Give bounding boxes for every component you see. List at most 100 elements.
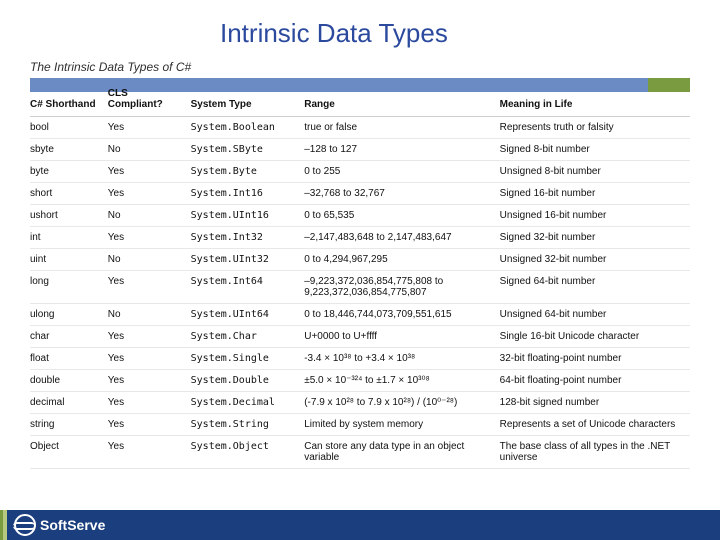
- cell-range: 0 to 18,446,744,073,709,551,615: [304, 304, 499, 326]
- cell-range: ±5.0 × 10⁻³²⁴ to ±1.7 × 10³⁰⁸: [304, 370, 499, 392]
- cell-system: System.Int64: [191, 271, 305, 304]
- cell-meaning: Unsigned 32-bit number: [500, 249, 690, 271]
- cell-system: System.Int32: [191, 227, 305, 249]
- cell-meaning: Unsigned 16-bit number: [500, 205, 690, 227]
- types-table: C# Shorthand CLS Compliant? System Type …: [30, 82, 690, 469]
- cell-system: System.UInt64: [191, 304, 305, 326]
- table-row: sbyteNoSystem.SByte–128 to 127Signed 8-b…: [30, 139, 690, 161]
- cell-cls: Yes: [108, 370, 191, 392]
- cell-shorthand: char: [30, 326, 108, 348]
- table-row: byteYesSystem.Byte0 to 255Unsigned 8-bit…: [30, 161, 690, 183]
- cell-cls: Yes: [108, 161, 191, 183]
- table-row: decimalYesSystem.Decimal(-7.9 x 10²⁸ to …: [30, 392, 690, 414]
- col-meaning: Meaning in Life: [500, 82, 690, 117]
- cell-shorthand: long: [30, 271, 108, 304]
- table-row: ulongNoSystem.UInt640 to 18,446,744,073,…: [30, 304, 690, 326]
- cell-range: (-7.9 x 10²⁸ to 7.9 x 10²⁸) / (10⁰⁻²⁸): [304, 392, 499, 414]
- cell-cls: Yes: [108, 414, 191, 436]
- table-row: ObjectYesSystem.ObjectCan store any data…: [30, 436, 690, 469]
- cell-cls: Yes: [108, 348, 191, 370]
- cell-meaning: Represents a set of Unicode characters: [500, 414, 690, 436]
- cell-shorthand: short: [30, 183, 108, 205]
- accent-stripe: [3, 510, 7, 540]
- cell-range: 0 to 4,294,967,295: [304, 249, 499, 271]
- col-shorthand: C# Shorthand: [30, 82, 108, 117]
- cell-meaning: Signed 64-bit number: [500, 271, 690, 304]
- table-row: charYesSystem.CharU+0000 to U+ffffSingle…: [30, 326, 690, 348]
- cell-range: –32,768 to 32,767: [304, 183, 499, 205]
- cell-cls: Yes: [108, 326, 191, 348]
- cell-shorthand: float: [30, 348, 108, 370]
- cell-range: -3.4 × 10³⁸ to +3.4 × 10³⁸: [304, 348, 499, 370]
- cell-meaning: Unsigned 8-bit number: [500, 161, 690, 183]
- col-range: Range: [304, 82, 499, 117]
- table-caption: The Intrinsic Data Types of C#: [30, 60, 191, 74]
- cell-system: System.Single: [191, 348, 305, 370]
- cell-system: System.UInt16: [191, 205, 305, 227]
- cell-meaning: 64-bit floating-point number: [500, 370, 690, 392]
- footer-bar: SoftServe: [0, 510, 720, 540]
- logo-icon: [14, 514, 36, 536]
- cell-meaning: Signed 16-bit number: [500, 183, 690, 205]
- table-row: intYesSystem.Int32–2,147,483,648 to 2,14…: [30, 227, 690, 249]
- table-row: ushortNoSystem.UInt160 to 65,535Unsigned…: [30, 205, 690, 227]
- brand-text: SoftServe: [40, 517, 105, 533]
- table-row: stringYesSystem.StringLimited by system …: [30, 414, 690, 436]
- cell-shorthand: byte: [30, 161, 108, 183]
- table-row: shortYesSystem.Int16–32,768 to 32,767Sig…: [30, 183, 690, 205]
- page-title: Intrinsic Data Types: [220, 18, 448, 49]
- table-row: doubleYesSystem.Double±5.0 × 10⁻³²⁴ to ±…: [30, 370, 690, 392]
- cell-system: System.String: [191, 414, 305, 436]
- cell-shorthand: Object: [30, 436, 108, 469]
- cell-shorthand: int: [30, 227, 108, 249]
- cell-system: System.Object: [191, 436, 305, 469]
- cell-range: –2,147,483,648 to 2,147,483,647: [304, 227, 499, 249]
- cell-range: –128 to 127: [304, 139, 499, 161]
- cell-cls: Yes: [108, 392, 191, 414]
- cell-system: System.Byte: [191, 161, 305, 183]
- cell-range: Limited by system memory: [304, 414, 499, 436]
- brand-logo: SoftServe: [14, 514, 105, 536]
- cell-system: System.Int16: [191, 183, 305, 205]
- cell-range: true or false: [304, 117, 499, 139]
- cell-range: –9,223,372,036,854,775,808 to 9,223,372,…: [304, 271, 499, 304]
- cell-meaning: 32-bit floating-point number: [500, 348, 690, 370]
- cell-cls: Yes: [108, 227, 191, 249]
- cell-meaning: Represents truth or falsity: [500, 117, 690, 139]
- cell-shorthand: bool: [30, 117, 108, 139]
- cell-system: System.Decimal: [191, 392, 305, 414]
- cell-cls: No: [108, 139, 191, 161]
- cell-shorthand: sbyte: [30, 139, 108, 161]
- cell-shorthand: uint: [30, 249, 108, 271]
- table-row: boolYesSystem.Booleantrue or falseRepres…: [30, 117, 690, 139]
- cell-shorthand: decimal: [30, 392, 108, 414]
- cell-range: 0 to 255: [304, 161, 499, 183]
- cell-system: System.Double: [191, 370, 305, 392]
- col-cls: CLS Compliant?: [108, 82, 191, 117]
- col-system: System Type: [191, 82, 305, 117]
- cell-meaning: Unsigned 64-bit number: [500, 304, 690, 326]
- table-row: floatYesSystem.Single-3.4 × 10³⁸ to +3.4…: [30, 348, 690, 370]
- cell-system: System.UInt32: [191, 249, 305, 271]
- cell-cls: No: [108, 205, 191, 227]
- cell-system: System.Boolean: [191, 117, 305, 139]
- cell-meaning: 128-bit signed number: [500, 392, 690, 414]
- cell-meaning: Signed 32-bit number: [500, 227, 690, 249]
- cell-range: Can store any data type in an object var…: [304, 436, 499, 469]
- cell-system: System.SByte: [191, 139, 305, 161]
- cell-shorthand: ulong: [30, 304, 108, 326]
- table-header-row: C# Shorthand CLS Compliant? System Type …: [30, 82, 690, 117]
- cell-cls: Yes: [108, 183, 191, 205]
- cell-cls: Yes: [108, 117, 191, 139]
- cell-shorthand: ushort: [30, 205, 108, 227]
- cell-system: System.Char: [191, 326, 305, 348]
- cell-shorthand: string: [30, 414, 108, 436]
- cell-meaning: Single 16-bit Unicode character: [500, 326, 690, 348]
- cell-shorthand: double: [30, 370, 108, 392]
- cell-range: U+0000 to U+ffff: [304, 326, 499, 348]
- cell-range: 0 to 65,535: [304, 205, 499, 227]
- cell-cls: No: [108, 304, 191, 326]
- cell-meaning: Signed 8-bit number: [500, 139, 690, 161]
- table-row: uintNoSystem.UInt320 to 4,294,967,295Uns…: [30, 249, 690, 271]
- cell-cls: No: [108, 249, 191, 271]
